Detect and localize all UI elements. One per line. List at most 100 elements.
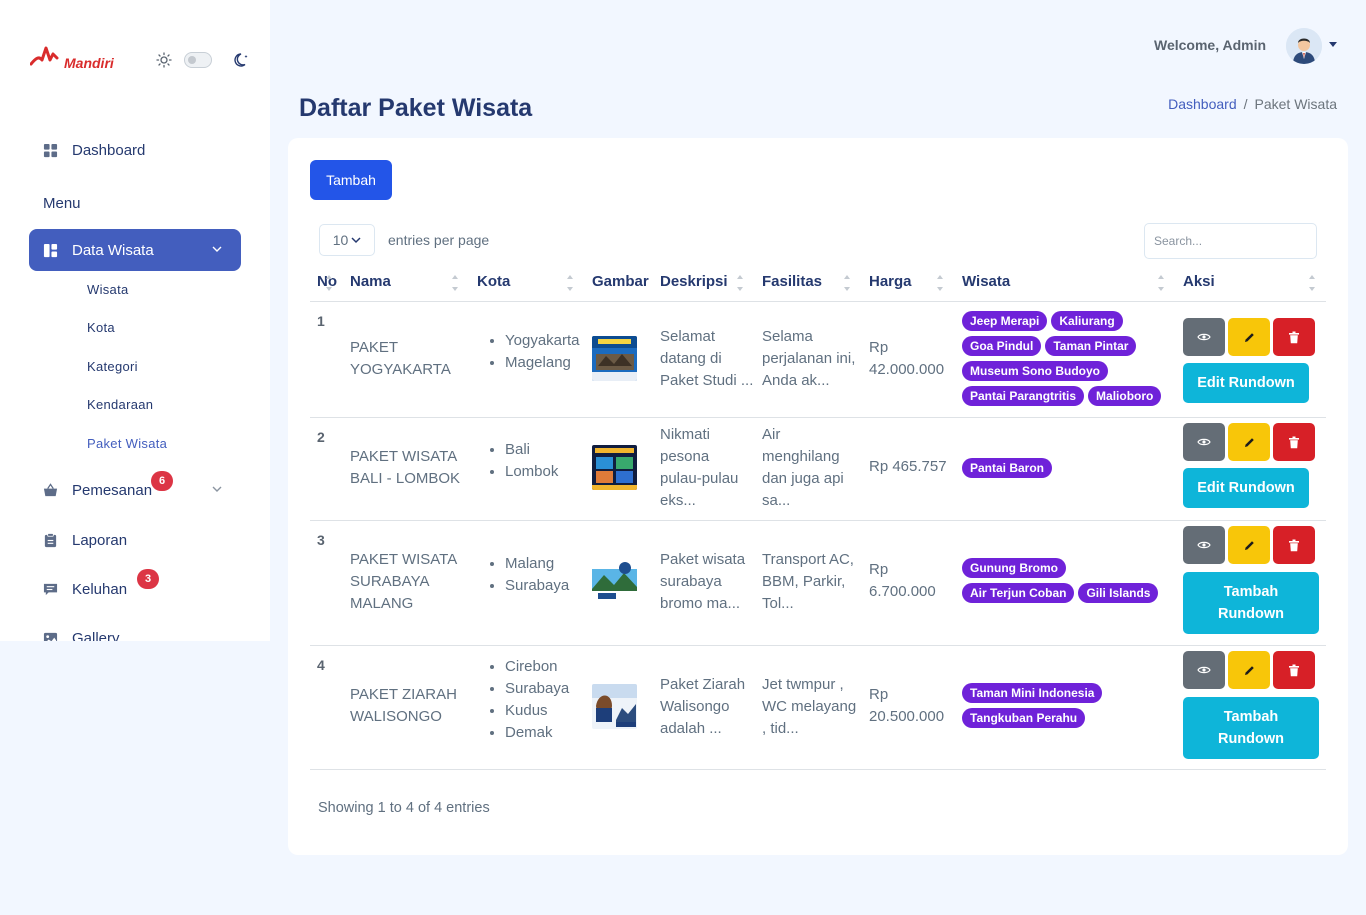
col-header-nama[interactable]: Nama bbox=[350, 273, 391, 290]
col-header-aksi[interactable]: Aksi bbox=[1183, 273, 1215, 290]
package-facilities: Transport AC, BBM, Parkir, Tol... bbox=[762, 549, 854, 615]
sidebar-subitem-kategori[interactable]: Kategori bbox=[87, 359, 138, 374]
col-header-deskripsi[interactable]: Deskripsi bbox=[660, 273, 728, 290]
description-line: bromo ma... bbox=[660, 595, 741, 612]
facilities-line: WC melayang bbox=[762, 698, 857, 715]
edit-button[interactable] bbox=[1228, 423, 1270, 461]
brand-logo[interactable]: Mandiri bbox=[30, 44, 114, 70]
destination-tags: Gunung Bromo Air Terjun Coban Gili Islan… bbox=[962, 558, 1172, 603]
moon-icon bbox=[234, 53, 248, 67]
breadcrumb-separator: / bbox=[1243, 96, 1248, 112]
search-input[interactable] bbox=[1144, 223, 1317, 259]
edit-button[interactable] bbox=[1228, 526, 1270, 564]
user-avatar-icon bbox=[1286, 28, 1322, 64]
view-button[interactable] bbox=[1183, 318, 1225, 356]
package-name-line: PAKET WISATA bbox=[350, 551, 458, 568]
edit-rundown-button[interactable]: Edit Rundown bbox=[1183, 468, 1309, 508]
row-number: 3 bbox=[317, 532, 325, 548]
description-line: eks... bbox=[660, 492, 696, 509]
pencil-icon bbox=[1244, 437, 1254, 447]
destination-badge: Kaliurang bbox=[1051, 311, 1123, 331]
col-header-wisata[interactable]: Wisata bbox=[962, 273, 1010, 290]
packages-card: Tambah 10 entries per page No Nama Kota … bbox=[288, 138, 1348, 855]
package-price: Rp 42.000.000 bbox=[869, 337, 944, 381]
entries-per-page-value: 10 bbox=[332, 232, 349, 248]
view-button[interactable] bbox=[1183, 423, 1225, 461]
grid-icon bbox=[43, 143, 58, 157]
sidebar-subitem-paket-wisata[interactable]: Paket Wisata bbox=[87, 436, 167, 451]
facilities-line: BBM, Parkir, bbox=[762, 573, 846, 590]
sidebar-subitem-wisata[interactable]: Wisata bbox=[87, 282, 129, 297]
col-header-harga[interactable]: Harga bbox=[869, 273, 912, 290]
user-avatar[interactable] bbox=[1286, 28, 1322, 64]
description-line: surabaya bbox=[660, 573, 722, 590]
city-item: Demak bbox=[505, 722, 569, 744]
col-header-gambar[interactable]: Gambar bbox=[592, 273, 649, 290]
city-list: Cirebon Surabaya Kudus Demak bbox=[487, 656, 569, 744]
package-name-line: YOGYAKARTA bbox=[350, 361, 451, 378]
eye-icon bbox=[1197, 333, 1211, 341]
view-button[interactable] bbox=[1183, 651, 1225, 689]
destination-badge: Goa Pindul bbox=[962, 336, 1042, 356]
delete-button[interactable] bbox=[1273, 651, 1315, 689]
package-name: PAKET YOGYAKARTA bbox=[350, 337, 451, 381]
entries-per-page-label: entries per page bbox=[388, 232, 490, 248]
city-item: Magelang bbox=[505, 352, 580, 374]
delete-button[interactable] bbox=[1273, 318, 1315, 356]
sidebar-subitem-kendaraan[interactable]: Kendaraan bbox=[87, 397, 153, 412]
add-rundown-button[interactable]: Tambah Rundown bbox=[1183, 572, 1319, 634]
package-thumbnail[interactable] bbox=[592, 559, 637, 604]
sidebar-item-label: Laporan bbox=[72, 531, 128, 549]
city-item: Surabaya bbox=[505, 678, 569, 700]
package-thumbnail[interactable] bbox=[592, 684, 637, 729]
package-image bbox=[592, 336, 637, 381]
price-line: Rp 465.757 bbox=[869, 458, 947, 475]
description-line: pulau-pulau bbox=[660, 470, 739, 487]
add-rundown-button[interactable]: Tambah Rundown bbox=[1183, 697, 1319, 759]
edit-button[interactable] bbox=[1228, 651, 1270, 689]
user-menu-caret-icon[interactable] bbox=[1329, 42, 1337, 47]
welcome-text: Welcome, Admin bbox=[1154, 37, 1267, 53]
sidebar-subitem-kota[interactable]: Kota bbox=[87, 320, 115, 335]
package-name-line: MALANG bbox=[350, 595, 414, 612]
breadcrumb-current: Paket Wisata bbox=[1254, 96, 1337, 112]
edit-rundown-button[interactable]: Edit Rundown bbox=[1183, 363, 1309, 403]
city-item: Lombok bbox=[505, 461, 558, 483]
sidebar-item-dashboard[interactable]: Dashboard bbox=[29, 129, 241, 171]
col-header-fasilitas[interactable]: Fasilitas bbox=[762, 273, 822, 290]
description-line: adalah ... bbox=[660, 720, 722, 737]
description-line: Selamat bbox=[660, 328, 716, 345]
sort-icon bbox=[1158, 272, 1165, 294]
col-header-kota[interactable]: Kota bbox=[477, 273, 510, 290]
edit-button[interactable] bbox=[1228, 318, 1270, 356]
package-thumbnail[interactable] bbox=[592, 336, 637, 381]
sidebar-item-keluhan[interactable]: Keluhan bbox=[29, 568, 241, 610]
image-icon bbox=[43, 632, 58, 641]
sidebar-item-gallery[interactable]: Gallery bbox=[29, 617, 241, 641]
destination-badge: Gunung Bromo bbox=[962, 558, 1066, 578]
sidebar-item-data-wisata[interactable]: Data Wisata bbox=[29, 229, 241, 271]
pencil-icon bbox=[1244, 665, 1254, 675]
package-facilities: Selama perjalanan ini, Anda ak... bbox=[762, 326, 855, 392]
price-line: Rp bbox=[869, 686, 889, 703]
delete-button[interactable] bbox=[1273, 526, 1315, 564]
sidebar-item-pemesanan[interactable]: Pemesanan bbox=[29, 469, 241, 511]
delete-button[interactable] bbox=[1273, 423, 1315, 461]
description-line: Paket wisata bbox=[660, 551, 746, 568]
package-description: Nikmati pesona pulau-pulau eks... bbox=[660, 424, 738, 512]
entries-per-page-select[interactable]: 10 bbox=[319, 224, 375, 256]
row-actions bbox=[1183, 423, 1315, 461]
view-button[interactable] bbox=[1183, 526, 1225, 564]
add-package-button[interactable]: Tambah bbox=[310, 160, 392, 200]
facilities-line: menghilang bbox=[762, 448, 840, 465]
facilities-line: Jet twmpur , bbox=[762, 676, 844, 693]
trash-icon bbox=[1289, 539, 1299, 551]
facilities-line: Transport AC, bbox=[762, 551, 854, 568]
row-actions bbox=[1183, 318, 1315, 356]
row-number: 4 bbox=[317, 657, 325, 673]
package-price: Rp 465.757 bbox=[869, 456, 947, 478]
theme-toggle[interactable] bbox=[184, 52, 212, 68]
sidebar-item-laporan[interactable]: Laporan bbox=[29, 519, 241, 561]
package-thumbnail[interactable] bbox=[592, 445, 637, 490]
breadcrumb-home-link[interactable]: Dashboard bbox=[1168, 96, 1237, 112]
